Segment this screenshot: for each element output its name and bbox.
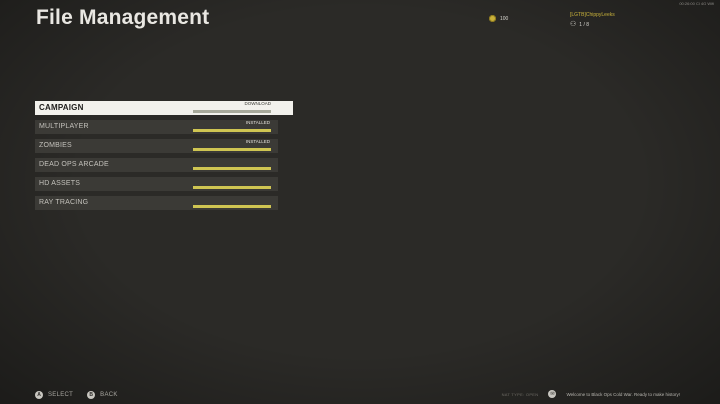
menu-item-status: INSTALLED (245, 120, 270, 125)
install-progress-fill (193, 186, 271, 189)
select-hint[interactable]: A SELECT (35, 391, 73, 399)
install-progress-fill (193, 129, 271, 132)
menu-item-label: HD ASSETS (39, 180, 81, 187)
party-size: ⚇ 1 / 8 (570, 21, 615, 28)
menu-item-label: DEAD OPS ARCADE (39, 161, 109, 168)
file-menu: CAMPAIGN DOWNLOAD MULTIPLAYER INSTALLED … (35, 101, 293, 215)
menu-item-hd-assets[interactable]: HD ASSETS (35, 177, 278, 191)
b-button-icon: B (87, 391, 96, 399)
back-label: BACK (100, 392, 118, 398)
install-progress-bar (193, 129, 271, 132)
page-title: File Management (36, 6, 210, 29)
install-progress-fill (193, 148, 271, 151)
install-progress-bar (193, 148, 271, 151)
player-card[interactable]: [LGTB]ChippyLeeks ⚇ 1 / 8 (570, 12, 615, 28)
coin-icon (489, 15, 496, 22)
back-hint[interactable]: B BACK (87, 391, 118, 399)
install-progress-bar (193, 186, 271, 189)
menu-item-label: ZOMBIES (39, 142, 72, 149)
nat-type: NAT TYPE: OPEN (501, 391, 539, 397)
menu-item-zombies[interactable]: ZOMBIES INSTALLED (35, 139, 278, 153)
install-progress-fill (193, 167, 271, 170)
status-bar: NAT TYPE: OPEN ✉ Welcome to Black Ops Co… (502, 390, 680, 398)
install-progress-bar (193, 110, 271, 113)
menu-item-ray-tracing[interactable]: RAY TRACING (35, 196, 278, 210)
menu-item-label: RAY TRACING (39, 199, 89, 206)
menu-item-status: DOWNLOAD (244, 101, 271, 106)
install-progress-fill (193, 205, 271, 208)
install-progress-bar (193, 205, 271, 208)
install-progress-bar (193, 167, 271, 170)
select-label: SELECT (48, 392, 74, 398)
menu-item-status: INSTALLED (245, 139, 270, 144)
message-icon: ✉ (548, 390, 557, 398)
player-name: [LGTB]ChippyLeeks (570, 12, 615, 18)
currency-value: 100 (500, 15, 509, 22)
party-count: 1 / 8 (579, 21, 590, 28)
welcome-message: Welcome to Black Ops Cold War. Ready to … (566, 391, 680, 397)
a-button-icon: A (35, 391, 43, 399)
system-clock: 00:26:00 Cl 4G Wifi (679, 1, 714, 6)
currency-display: 100 (489, 15, 508, 22)
menu-item-multiplayer[interactable]: MULTIPLAYER INSTALLED (35, 120, 278, 134)
menu-item-label: CAMPAIGN (39, 103, 84, 112)
menu-item-dead-ops-arcade[interactable]: DEAD OPS ARCADE (35, 158, 278, 172)
menu-item-campaign[interactable]: CAMPAIGN DOWNLOAD (35, 101, 293, 115)
menu-item-label: MULTIPLAYER (39, 123, 89, 130)
party-icon: ⚇ (570, 21, 577, 28)
button-hints: A SELECT B BACK (35, 391, 118, 399)
